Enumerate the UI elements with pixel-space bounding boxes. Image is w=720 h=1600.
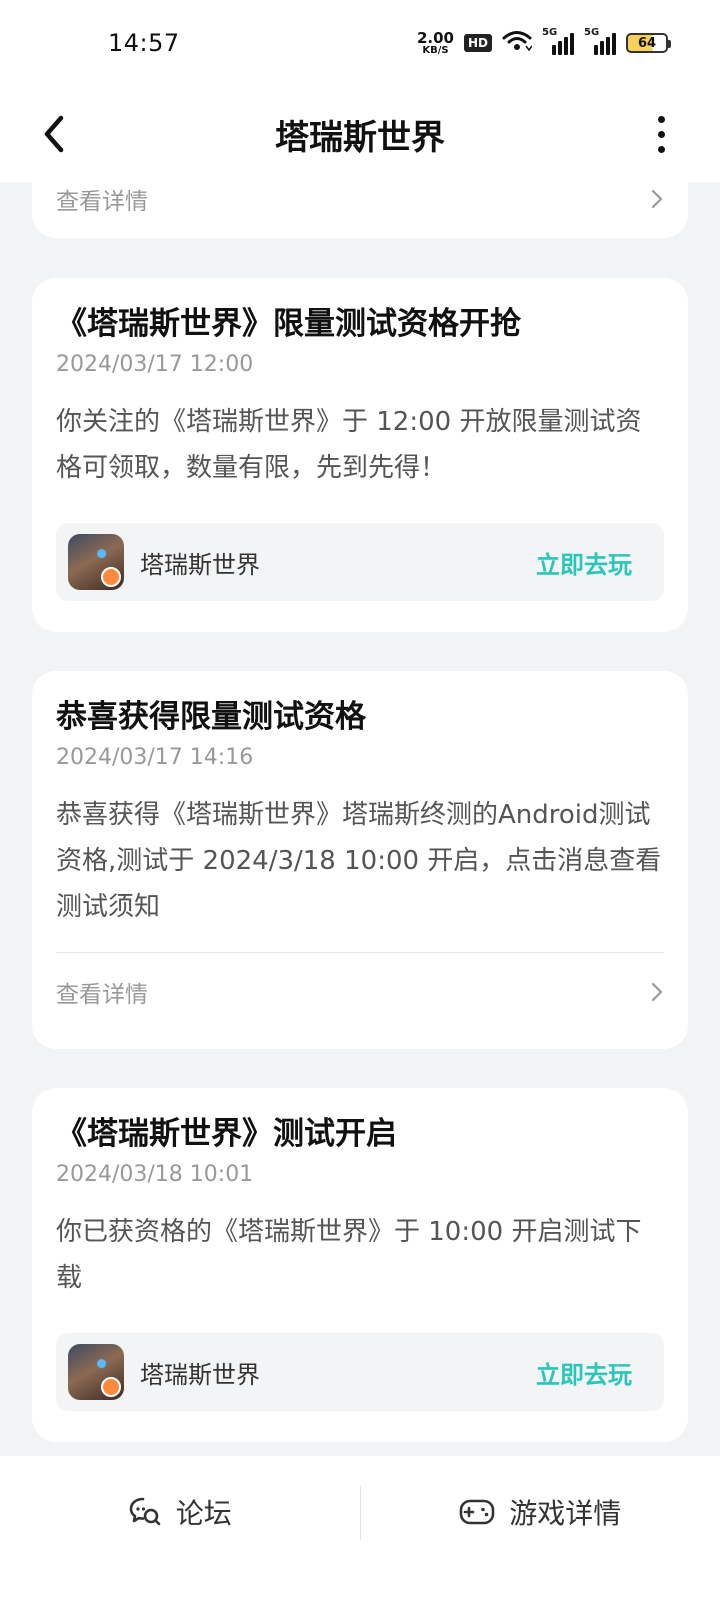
network-speed: 2.00 KB/S (416, 28, 454, 56)
game-name: 塔瑞斯世界 (140, 1360, 260, 1389)
status-icons: 2.00 KB/S HD 5G 5G 64 (416, 27, 671, 57)
message-card-partial[interactable]: 查看详情 (32, 182, 688, 238)
network-speed-unit: KB/S (422, 44, 449, 56)
view-details-label: 查看详情 (56, 982, 148, 1008)
message-list[interactable]: 查看详情 《塔瑞斯世界》限量测试资格开抢 2024/03/17 12:00 你关… (0, 182, 720, 1482)
game-strip[interactable]: 塔瑞斯世界 立即去玩 (56, 523, 664, 601)
game-name: 塔瑞斯世界 (140, 550, 260, 579)
more-vertical-icon (657, 115, 665, 153)
signal-5g-icon-1: 5G (542, 27, 574, 55)
wifi-icon (502, 29, 533, 57)
chevron-left-icon (44, 115, 64, 153)
chevron-right-icon (651, 189, 663, 209)
bottom-bar: 论坛 游戏详情 (0, 1456, 720, 1600)
game-icon (68, 534, 124, 590)
play-now-button[interactable]: 立即去玩 (536, 1355, 632, 1390)
forum-label: 论坛 (175, 1497, 232, 1530)
game-icon (68, 1344, 124, 1400)
game-details-tab[interactable]: 游戏详情 (361, 1484, 720, 1540)
message-card[interactable]: 恭喜获得限量测试资格 2024/03/17 14:16 恭喜获得《塔瑞斯世界》塔… (32, 671, 688, 1049)
signal-5g-icon-2: 5G (584, 27, 616, 55)
view-details-row[interactable]: 查看详情 (56, 953, 664, 1031)
play-now-button[interactable]: 立即去玩 (536, 545, 632, 580)
hd-icon: HD (463, 34, 492, 52)
more-options-button[interactable] (646, 108, 676, 160)
message-body: 你已获资格的《塔瑞斯世界》于 10:00 开启测试下载 (56, 1217, 642, 1293)
message-time: 2024/03/18 10:01 (56, 1162, 254, 1187)
navigation-bar: 塔瑞斯世界 (0, 86, 720, 182)
back-button[interactable] (30, 108, 78, 160)
message-title: 《塔瑞斯世界》测试开启 (56, 1116, 397, 1152)
forum-icon (129, 1497, 161, 1526)
message-card[interactable]: 《塔瑞斯世界》限量测试资格开抢 2024/03/17 12:00 你关注的《塔瑞… (32, 278, 688, 632)
status-time: 14:57 (108, 29, 180, 57)
message-time: 2024/03/17 14:16 (56, 745, 254, 770)
message-body: 恭喜获得《塔瑞斯世界》塔瑞斯终测的Android测试资格,测试于 2024/3/… (56, 800, 662, 922)
message-title: 恭喜获得限量测试资格 (56, 699, 366, 735)
view-details-row[interactable]: 查看详情 (56, 182, 664, 238)
message-time: 2024/03/17 12:00 (56, 352, 254, 377)
page-title: 塔瑞斯世界 (275, 117, 445, 158)
battery-icon: 64 (626, 33, 671, 53)
network-speed-value: 2.00 (416, 28, 454, 47)
game-details-label: 游戏详情 (509, 1497, 622, 1530)
chevron-right-icon (651, 982, 663, 1002)
message-title: 《塔瑞斯世界》限量测试资格开抢 (56, 306, 521, 342)
status-bar: 14:57 2.00 KB/S HD 5G 5G 64 (0, 0, 720, 86)
battery-level: 64 (637, 35, 657, 51)
gamepad-icon (459, 1499, 495, 1525)
message-card[interactable]: 《塔瑞斯世界》测试开启 2024/03/18 10:01 你已获资格的《塔瑞斯世… (32, 1088, 688, 1442)
view-details-label: 查看详情 (56, 189, 148, 215)
game-strip[interactable]: 塔瑞斯世界 立即去玩 (56, 1333, 664, 1411)
forum-tab[interactable]: 论坛 (0, 1484, 360, 1540)
message-body: 你关注的《塔瑞斯世界》于 12:00 开放限量测试资格可领取，数量有限，先到先得… (56, 407, 642, 483)
